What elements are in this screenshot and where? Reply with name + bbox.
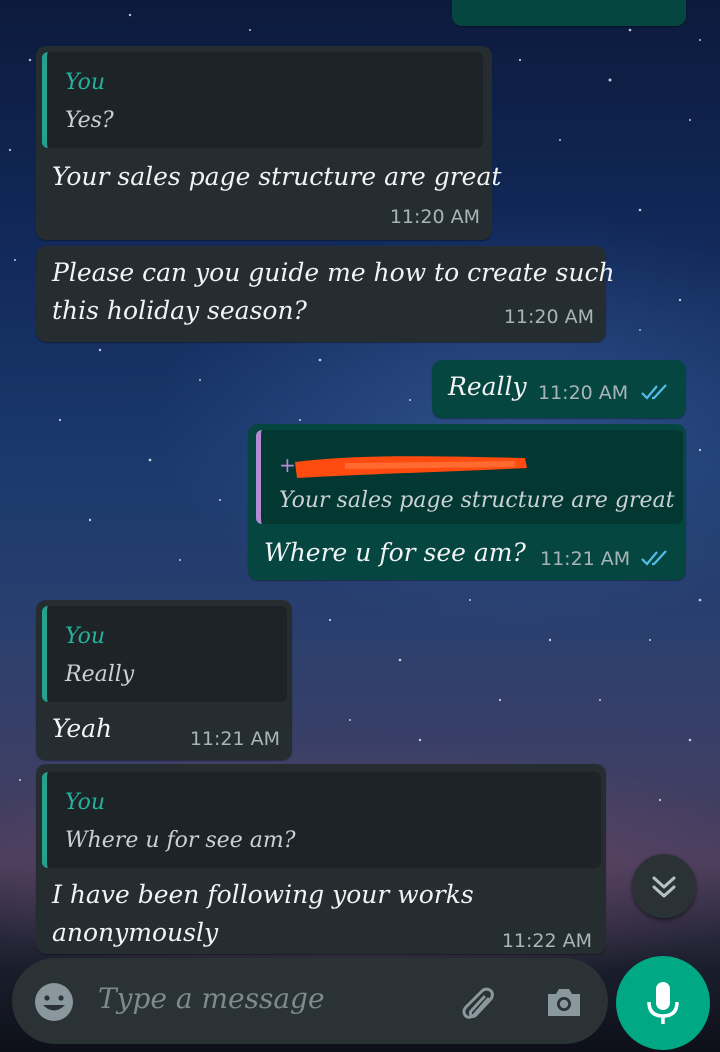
quote-author: You <box>65 790 106 815</box>
svg-text:+: + <box>279 453 296 477</box>
outgoing-message-bubble[interactable]: + Your sales page structure are great Wh… <box>248 424 686 580</box>
quote-author: You <box>65 624 106 649</box>
partial-outgoing-bubble[interactable] <box>452 0 686 26</box>
message-text-line1: Please can you guide me how to create su… <box>52 258 615 287</box>
message-text: Really <box>448 372 527 401</box>
message-input[interactable]: Type a message <box>98 982 325 1015</box>
scroll-to-bottom-button[interactable] <box>632 854 696 918</box>
message-text-line1: I have been following your works <box>52 880 474 909</box>
incoming-message-bubble[interactable]: You Yes? Your sales page structure are g… <box>36 46 501 240</box>
quote-text: Your sales page structure are great <box>279 488 675 513</box>
outgoing-message-bubble[interactable]: Really 11:20 AM <box>432 360 686 418</box>
quote-text: Really <box>65 662 135 687</box>
quoted-reply[interactable]: You Really <box>42 606 287 702</box>
incoming-message-bubble[interactable]: You Where u for see am? I have been foll… <box>36 764 606 954</box>
quoted-reply[interactable]: You Where u for see am? <box>42 772 601 868</box>
paperclip-icon[interactable] <box>454 980 498 1024</box>
message-text-line2: this holiday season? <box>52 296 307 325</box>
message-text: Where u for see am? <box>264 538 526 567</box>
message-time: 11:20 AM <box>538 382 629 404</box>
double-chevron-down-icon <box>652 876 676 898</box>
message-text-line2: anonymously <box>52 918 219 947</box>
incoming-message-bubble[interactable]: You Really Yeah 11:21 AM <box>36 600 292 760</box>
message-time: 11:21 AM <box>540 548 631 570</box>
message-composer[interactable]: Type a message <box>12 958 608 1044</box>
double-check-icon <box>641 384 667 400</box>
message-time: 11:22 AM <box>501 930 592 952</box>
camera-icon[interactable] <box>542 980 586 1024</box>
quoted-reply[interactable]: + Your sales page structure are great <box>256 430 683 524</box>
message-text: Yeah <box>52 714 113 743</box>
double-check-icon <box>641 550 667 566</box>
message-text: Your sales page structure are great <box>52 162 502 191</box>
quote-text: Yes? <box>65 108 114 133</box>
message-time: 11:21 AM <box>189 728 280 750</box>
voice-record-button[interactable] <box>616 956 710 1050</box>
quote-author: You <box>65 70 106 95</box>
emoji-icon[interactable] <box>32 980 76 1024</box>
incoming-message-bubble[interactable]: Please can you guide me how to create su… <box>36 246 615 342</box>
message-time: 11:20 AM <box>389 206 480 228</box>
message-time: 11:20 AM <box>503 306 594 328</box>
mic-icon <box>647 982 679 1024</box>
quoted-reply[interactable]: You Yes? <box>42 52 483 148</box>
quote-text: Where u for see am? <box>65 828 296 853</box>
redaction-mark: + <box>279 453 527 478</box>
